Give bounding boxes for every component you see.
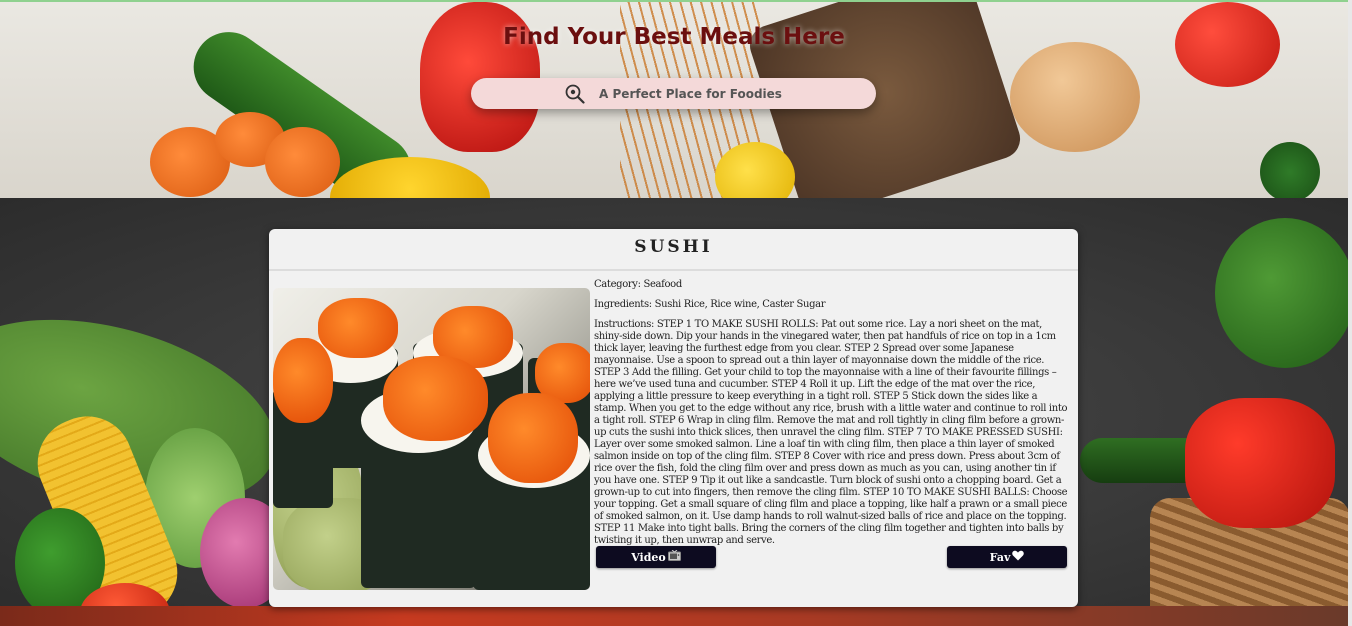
meal-instructions: Instructions: STEP 1 TO MAKE SUSHI ROLLS… bbox=[594, 319, 1068, 546]
search-tagline: A Perfect Place for Foodies bbox=[599, 86, 782, 101]
search-bar[interactable]: A Perfect Place for Foodies bbox=[471, 78, 876, 109]
fish-roe bbox=[318, 298, 398, 358]
bottom-strip bbox=[0, 606, 1348, 626]
fish-roe bbox=[273, 338, 333, 423]
fish-roe bbox=[488, 393, 578, 483]
video-button-label: Video bbox=[631, 550, 666, 564]
herb-image bbox=[1260, 142, 1320, 198]
recipe-card: SUSHI Category: Seafood Ingredients: Sus… bbox=[269, 229, 1078, 607]
page-scrollbar[interactable] bbox=[1348, 0, 1352, 626]
egg-image bbox=[1010, 42, 1140, 152]
broccoli-image bbox=[1215, 218, 1348, 368]
apricot-image bbox=[265, 127, 340, 197]
television-icon bbox=[667, 549, 681, 564]
site-title: Find Your Best Meals Here bbox=[503, 24, 845, 50]
meal-ingredients: Ingredients: Sushi Rice, Rice wine, Cast… bbox=[594, 299, 826, 310]
search-icon[interactable] bbox=[565, 84, 585, 104]
meal-info: Category: Seafood Ingredients: Sushi Ric… bbox=[594, 279, 1072, 555]
meal-image bbox=[273, 288, 590, 590]
favorite-button-label: Fav bbox=[989, 550, 1011, 564]
meal-title: SUSHI bbox=[269, 229, 1078, 271]
meal-category: Category: Seafood bbox=[594, 279, 682, 290]
fish-roe bbox=[383, 356, 488, 441]
video-button[interactable]: Video bbox=[596, 546, 716, 568]
heart-icon bbox=[1012, 550, 1025, 564]
red-pepper-image bbox=[1185, 398, 1335, 528]
header-banner: Find Your Best Meals Here A Perfect Plac… bbox=[0, 0, 1348, 198]
favorite-button[interactable]: Fav bbox=[947, 546, 1067, 568]
